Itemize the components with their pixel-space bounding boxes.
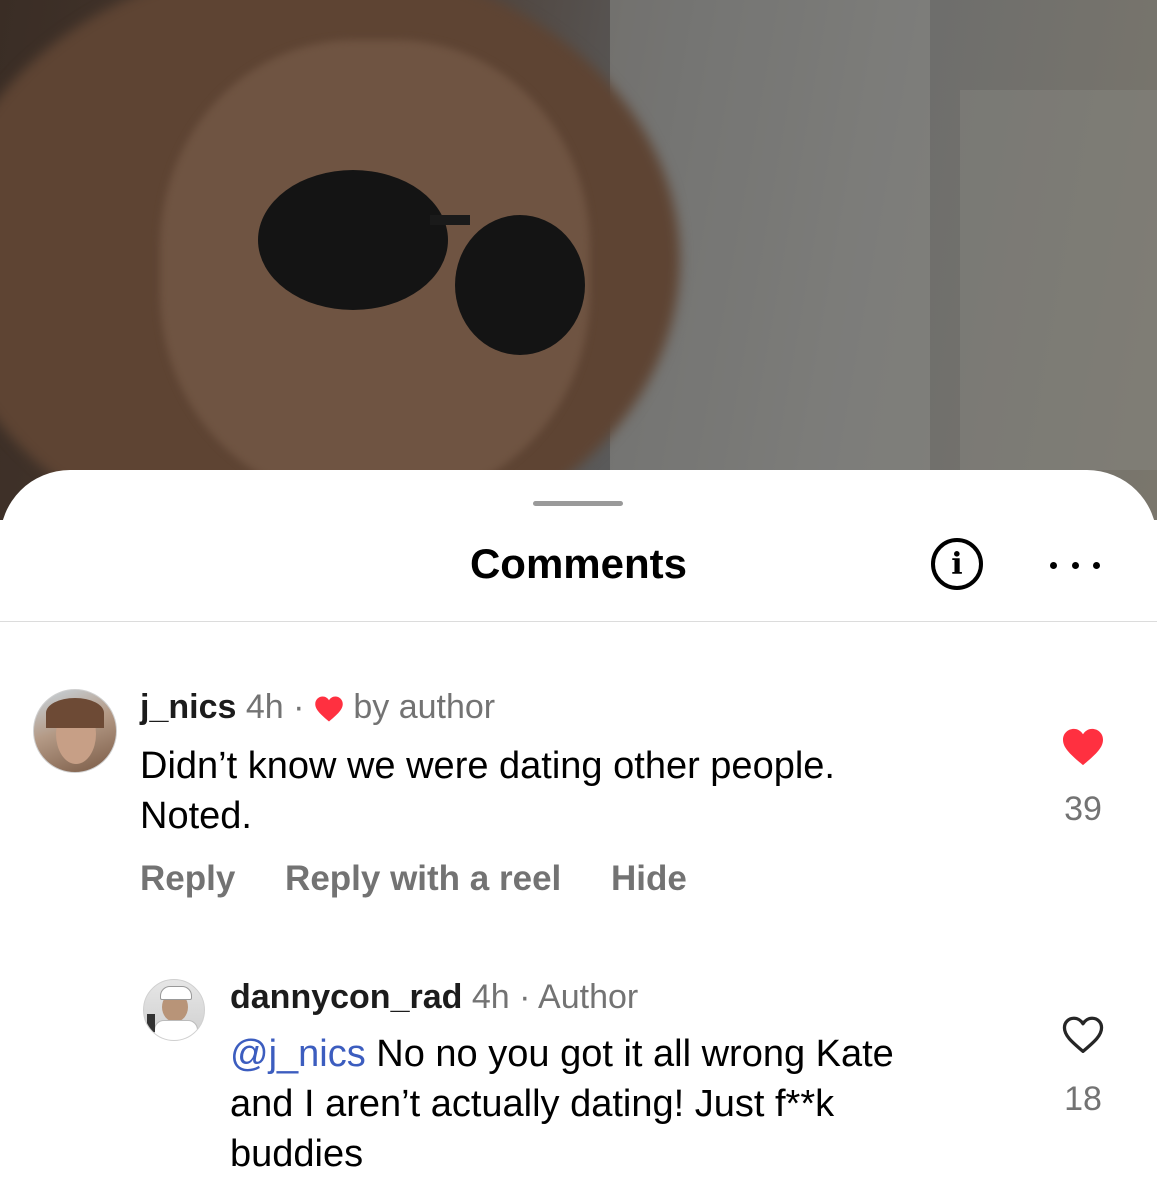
divider: [0, 621, 1157, 622]
reply-button[interactable]: Reply: [140, 859, 235, 898]
heart-icon: [315, 696, 343, 722]
hide-button[interactable]: Hide: [611, 859, 687, 898]
separator: ·: [293, 688, 305, 726]
comment-time: 4h: [245, 688, 284, 726]
reply-header: dannycon_rad 4h · Author: [230, 978, 638, 1017]
like-count: 39: [1064, 790, 1102, 828]
info-icon[interactable]: i: [931, 538, 983, 590]
avatar[interactable]: [33, 689, 117, 773]
video-preview[interactable]: [0, 0, 1157, 520]
comment-username[interactable]: j_nics: [140, 688, 236, 726]
liked-by-author-label: by author: [353, 688, 496, 726]
reply-username[interactable]: dannycon_rad: [230, 978, 462, 1016]
heart-outline-icon[interactable]: [1061, 1015, 1105, 1055]
separator: ·: [519, 978, 531, 1016]
mention-link[interactable]: @j_nics: [230, 1033, 366, 1075]
reply-with-reel-button[interactable]: Reply with a reel: [285, 859, 561, 898]
heart-icon[interactable]: [1061, 727, 1105, 767]
avatar[interactable]: [143, 979, 205, 1041]
sheet-grabber[interactable]: [533, 501, 623, 506]
reply-time: 4h: [471, 978, 510, 1016]
author-label: Author: [538, 978, 639, 1016]
comment-actions: Reply Reply with a reel Hide: [140, 859, 727, 899]
more-options-icon[interactable]: [1050, 550, 1100, 580]
sheet-title: Comments: [469, 540, 688, 587]
reply-text: @j_nics No no you got it all wrong Kate …: [230, 1033, 894, 1175]
comment-header: j_nics 4h · by author: [140, 688, 495, 727]
comments-sheet: Comments i j_nics 4h · by author Didn’t …: [0, 470, 1157, 1200]
comment-text: Didn’t know we were dating other people.…: [140, 745, 835, 837]
like-count: 18: [1064, 1080, 1102, 1118]
